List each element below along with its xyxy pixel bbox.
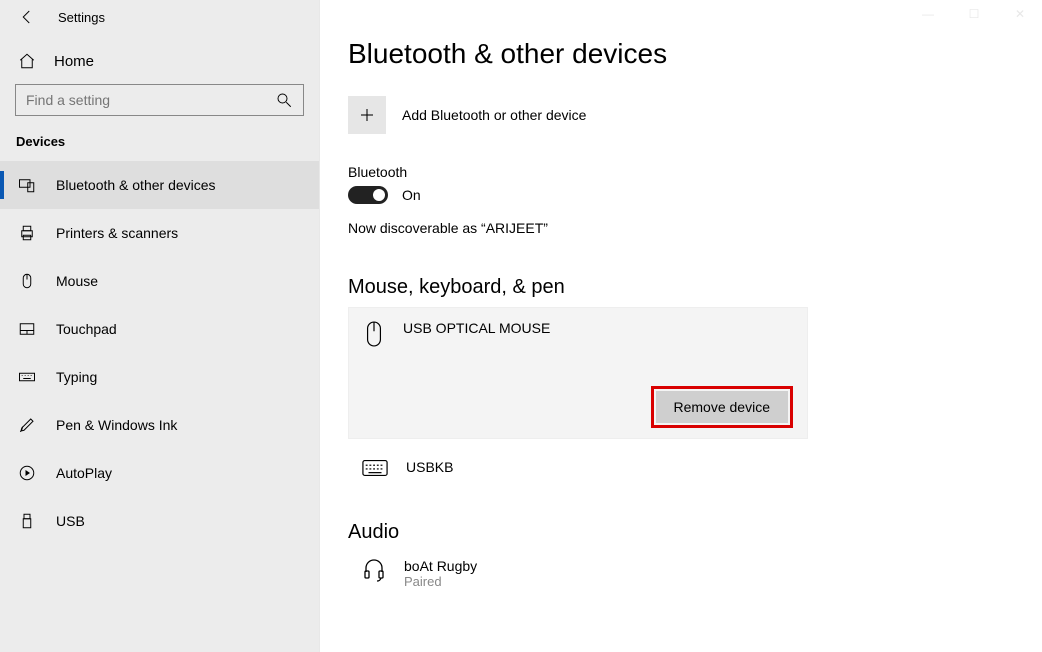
mouse-device-icon [363,320,385,348]
window-controls: — ☐ ✕ [906,0,1042,28]
device-card-mouse[interactable]: USB OPTICAL MOUSE Remove device [348,307,808,439]
sidebar-item-label: Pen & Windows Ink [56,417,177,433]
sidebar-home-label: Home [54,53,94,70]
sidebar-home[interactable]: Home [0,44,319,84]
printer-icon [18,224,36,242]
minimize-button[interactable]: — [906,0,950,28]
sidebar-item-label: Bluetooth & other devices [56,177,216,193]
bluetooth-toggle-row: On [348,186,1042,204]
device-name: USBKB [406,459,453,475]
sidebar-item-usb[interactable]: USB [0,497,319,545]
plus-icon [358,106,376,124]
sidebar-section-label: Devices [0,134,319,161]
pen-icon [18,416,36,434]
bluetooth-state: On [402,187,421,203]
device-row-keyboard[interactable]: USBKB [348,455,1042,487]
autoplay-icon [18,464,36,482]
search-box[interactable] [15,84,304,116]
keyboard-icon [18,368,36,386]
close-button[interactable]: ✕ [998,0,1042,28]
sidebar-item-pen[interactable]: Pen & Windows Ink [0,401,319,449]
group-mouse-title: Mouse, keyboard, & pen [348,276,1042,299]
sidebar-item-label: Typing [56,369,97,385]
sidebar-item-autoplay[interactable]: AutoPlay [0,449,319,497]
usb-icon [18,512,36,530]
sidebar-item-bluetooth[interactable]: Bluetooth & other devices [0,161,319,209]
window-title: Settings [58,10,105,25]
device-name: USB OPTICAL MOUSE [403,320,550,336]
discoverable-text: Now discoverable as “ARIJEET” [348,220,1042,236]
devices-icon [18,176,36,194]
device-row-audio[interactable]: boAt Rugby Paired [348,552,1042,589]
touchpad-icon [18,320,36,338]
home-icon [18,52,36,70]
sidebar-item-touchpad[interactable]: Touchpad [0,305,319,353]
sidebar-item-label: Mouse [56,273,98,289]
sidebar-item-printers[interactable]: Printers & scanners [0,209,319,257]
search-icon [275,91,293,109]
group-audio-title: Audio [348,521,1042,544]
sidebar-item-mouse[interactable]: Mouse [0,257,319,305]
search-wrap [0,84,319,134]
titlebar: Settings [0,8,319,44]
maximize-button[interactable]: ☐ [952,0,996,28]
sidebar-item-label: AutoPlay [56,465,112,481]
sidebar-item-label: USB [56,513,85,529]
add-device-row[interactable]: Add Bluetooth or other device [348,96,1042,134]
remove-highlight: Remove device [651,386,794,428]
remove-device-button[interactable]: Remove device [656,391,789,423]
back-icon[interactable] [18,8,36,26]
sidebar: Settings Home Devices Bluetooth & other … [0,0,320,652]
content-area: — ☐ ✕ Bluetooth & other devices Add Blue… [320,0,1042,652]
device-status: Paired [404,574,477,589]
page-title: Bluetooth & other devices [348,38,1042,70]
sidebar-item-label: Printers & scanners [56,225,178,241]
bluetooth-toggle[interactable] [348,186,388,204]
search-input[interactable] [26,92,266,108]
headset-icon [362,558,386,582]
device-name: boAt Rugby [404,558,477,574]
bluetooth-label: Bluetooth [348,164,1042,180]
sidebar-item-label: Touchpad [56,321,117,337]
add-device-label: Add Bluetooth or other device [402,107,586,123]
sidebar-item-typing[interactable]: Typing [0,353,319,401]
keyboard-device-icon [362,459,388,477]
mouse-icon [18,272,36,290]
add-device-button[interactable] [348,96,386,134]
